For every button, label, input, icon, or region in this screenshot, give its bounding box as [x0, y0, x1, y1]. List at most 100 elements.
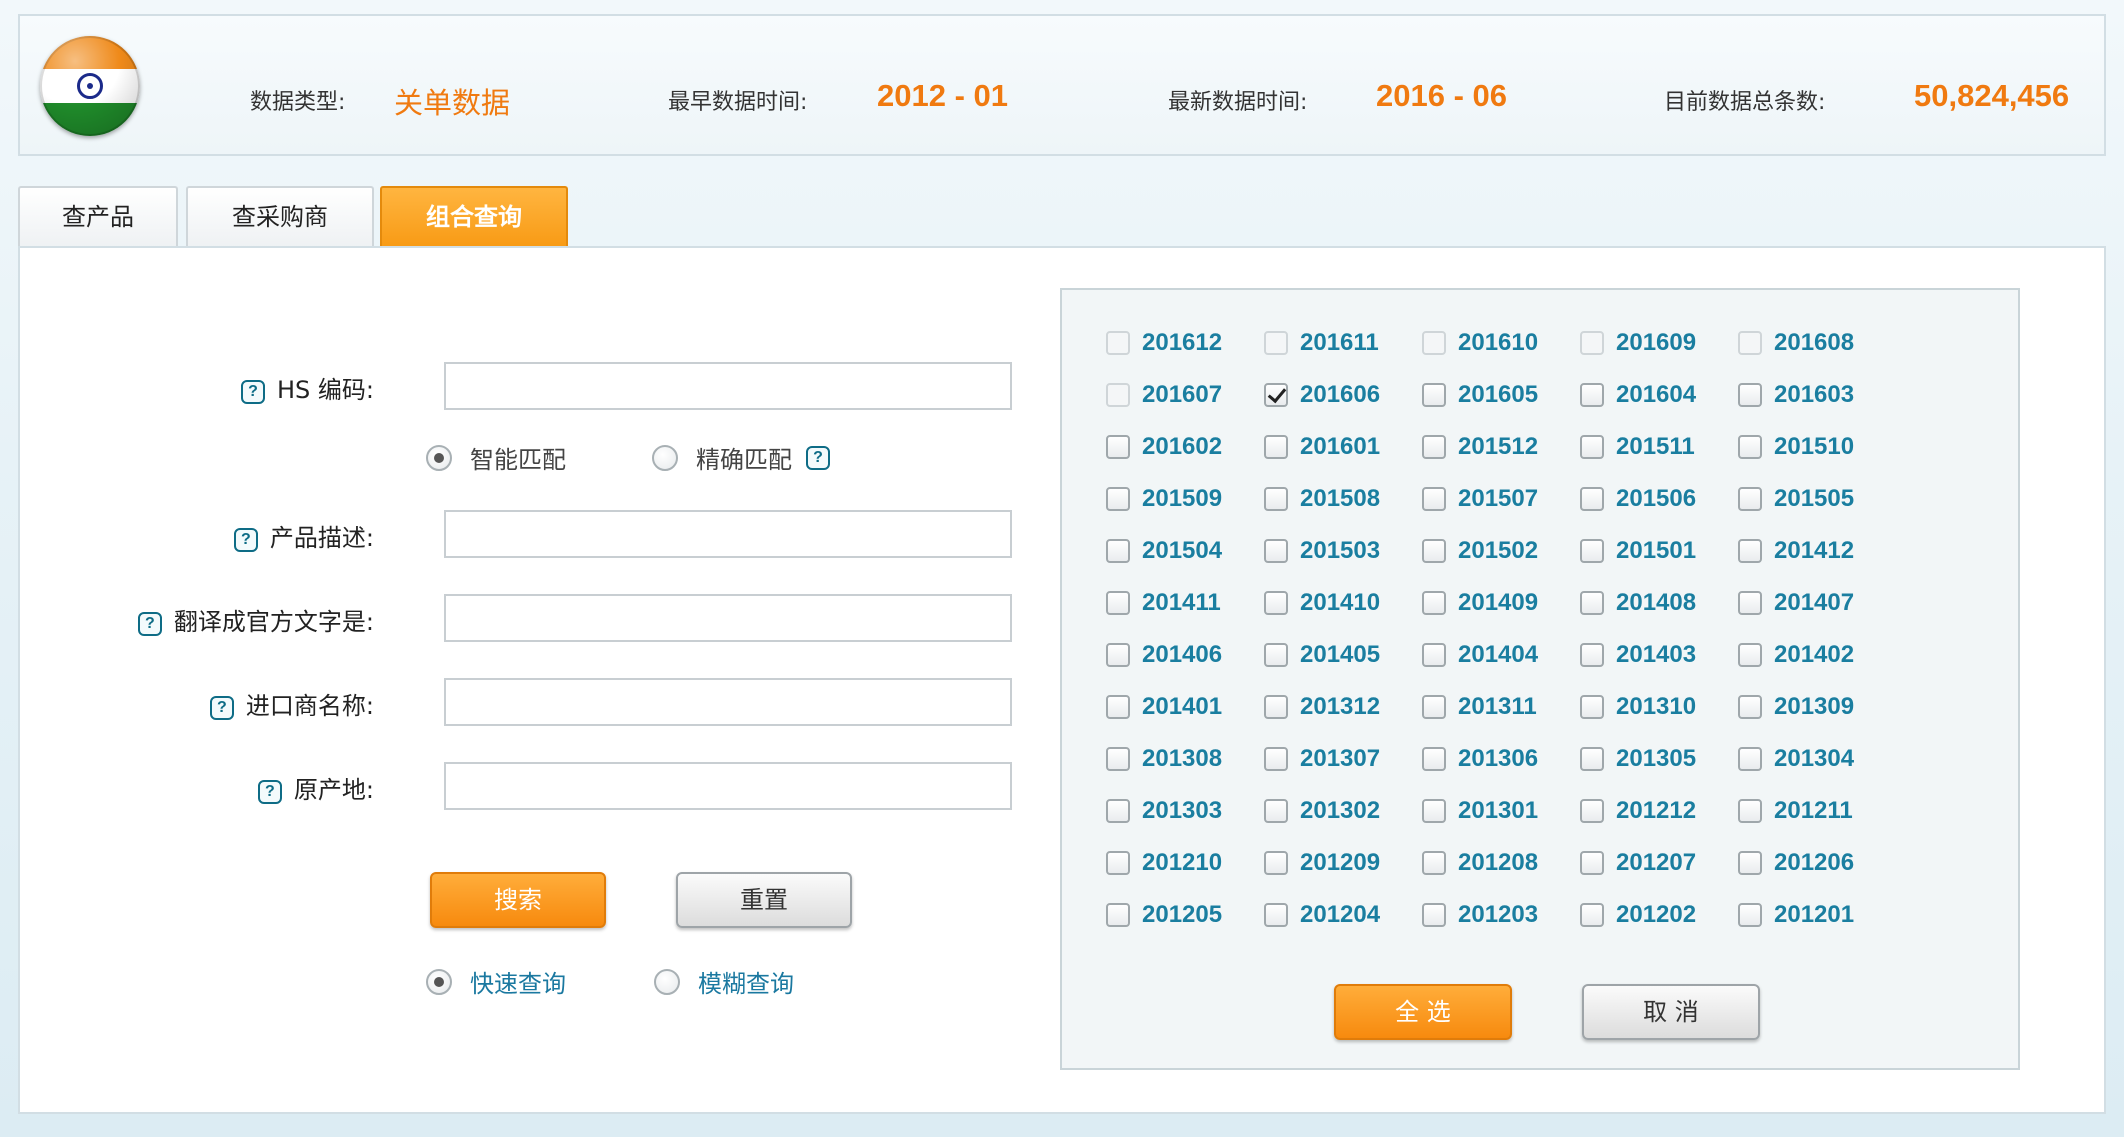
month-checkbox[interactable] — [1106, 435, 1130, 459]
help-icon[interactable]: ? — [257, 780, 282, 804]
month-checkbox-item[interactable]: 201201 — [1738, 900, 1896, 930]
month-checkbox[interactable] — [1106, 695, 1130, 719]
month-checkbox-item[interactable]: 201209 — [1264, 848, 1422, 878]
month-checkbox[interactable] — [1106, 643, 1130, 667]
month-checkbox[interactable] — [1264, 331, 1288, 355]
month-checkbox-item[interactable]: 201510 — [1738, 432, 1896, 462]
month-checkbox[interactable] — [1264, 383, 1288, 407]
tab-products[interactable]: 查产品 — [18, 186, 178, 248]
help-icon[interactable]: ? — [241, 380, 265, 404]
month-checkbox[interactable] — [1264, 903, 1288, 927]
month-checkbox[interactable] — [1580, 799, 1604, 823]
month-checkbox-item[interactable]: 201507 — [1422, 484, 1580, 514]
month-checkbox[interactable] — [1264, 643, 1288, 667]
month-checkbox[interactable] — [1422, 331, 1446, 355]
month-checkbox-item[interactable]: 201605 — [1422, 380, 1580, 410]
month-checkbox-item[interactable]: 201404 — [1422, 640, 1580, 670]
month-checkbox-item[interactable]: 201410 — [1264, 588, 1422, 618]
month-checkbox[interactable] — [1580, 383, 1604, 407]
month-checkbox[interactable] — [1580, 643, 1604, 667]
month-checkbox-item[interactable]: 201306 — [1422, 744, 1580, 774]
help-icon[interactable]: ? — [209, 696, 234, 720]
translate-input[interactable] — [444, 594, 1012, 642]
month-checkbox[interactable] — [1106, 591, 1130, 615]
month-checkbox-item[interactable]: 201408 — [1580, 588, 1738, 618]
month-checkbox[interactable] — [1264, 487, 1288, 511]
month-checkbox-item[interactable]: 201403 — [1580, 640, 1738, 670]
month-checkbox[interactable] — [1738, 643, 1762, 667]
month-checkbox[interactable] — [1264, 747, 1288, 771]
month-checkbox-item[interactable]: 201409 — [1422, 588, 1580, 618]
month-checkbox-item[interactable]: 201601 — [1264, 432, 1422, 462]
month-checkbox[interactable] — [1580, 695, 1604, 719]
month-checkbox[interactable] — [1422, 383, 1446, 407]
radio-fast-query[interactable]: 快速查询 — [426, 964, 566, 999]
reset-button[interactable]: 重置 — [676, 872, 852, 928]
month-checkbox-item[interactable]: 201411 — [1106, 588, 1264, 618]
month-checkbox-item[interactable]: 201611 — [1264, 328, 1422, 358]
month-checkbox[interactable] — [1580, 851, 1604, 875]
month-checkbox[interactable] — [1580, 487, 1604, 511]
month-checkbox[interactable] — [1106, 539, 1130, 563]
month-checkbox[interactable] — [1264, 435, 1288, 459]
product-desc-input[interactable] — [444, 510, 1012, 558]
month-checkbox[interactable] — [1738, 435, 1762, 459]
month-checkbox-item[interactable]: 201401 — [1106, 692, 1264, 722]
month-checkbox-item[interactable]: 201203 — [1422, 900, 1580, 930]
origin-input[interactable] — [444, 762, 1012, 810]
month-checkbox[interactable] — [1264, 799, 1288, 823]
radio-smart-match[interactable]: 智能匹配 — [426, 440, 566, 475]
tab-combined-query[interactable]: 组合查询 — [380, 186, 568, 248]
help-icon[interactable]: ? — [137, 612, 162, 636]
month-checkbox-item[interactable]: 201501 — [1580, 536, 1738, 566]
month-checkbox-item[interactable]: 201205 — [1106, 900, 1264, 930]
cancel-selection-button[interactable]: 取 消 — [1582, 984, 1760, 1040]
month-checkbox[interactable] — [1422, 747, 1446, 771]
month-checkbox-item[interactable]: 201511 — [1580, 432, 1738, 462]
month-checkbox[interactable] — [1422, 643, 1446, 667]
month-checkbox-item[interactable]: 201302 — [1264, 796, 1422, 826]
month-checkbox[interactable] — [1738, 851, 1762, 875]
month-checkbox[interactable] — [1264, 851, 1288, 875]
radio-dot[interactable] — [426, 968, 452, 995]
month-checkbox-item[interactable]: 201405 — [1264, 640, 1422, 670]
month-checkbox-item[interactable]: 201312 — [1264, 692, 1422, 722]
month-checkbox-item[interactable]: 201208 — [1422, 848, 1580, 878]
radio-exact-match[interactable]: 精确匹配 ? — [652, 440, 830, 475]
month-checkbox[interactable] — [1738, 487, 1762, 511]
select-all-button[interactable]: 全 选 — [1334, 984, 1512, 1040]
month-checkbox-item[interactable]: 201204 — [1264, 900, 1422, 930]
month-checkbox[interactable] — [1106, 383, 1130, 407]
month-checkbox[interactable] — [1738, 539, 1762, 563]
radio-dot[interactable] — [652, 444, 678, 471]
month-checkbox-item[interactable]: 201311 — [1422, 692, 1580, 722]
radio-fuzzy-query[interactable]: 模糊查询 — [654, 964, 794, 999]
month-checkbox[interactable] — [1580, 591, 1604, 615]
hs-code-input[interactable] — [444, 362, 1012, 410]
month-checkbox-item[interactable]: 201308 — [1106, 744, 1264, 774]
month-checkbox-item[interactable]: 201307 — [1264, 744, 1422, 774]
month-checkbox-item[interactable]: 201211 — [1738, 796, 1896, 826]
month-checkbox[interactable] — [1422, 591, 1446, 615]
month-checkbox[interactable] — [1264, 695, 1288, 719]
month-checkbox-item[interactable]: 201602 — [1106, 432, 1264, 462]
month-checkbox-item[interactable]: 201505 — [1738, 484, 1896, 514]
help-icon[interactable]: ? — [806, 445, 830, 470]
month-checkbox-item[interactable]: 201509 — [1106, 484, 1264, 514]
month-checkbox[interactable] — [1738, 799, 1762, 823]
month-checkbox[interactable] — [1106, 747, 1130, 771]
month-checkbox[interactable] — [1580, 539, 1604, 563]
month-checkbox-item[interactable]: 201604 — [1580, 380, 1738, 410]
month-checkbox[interactable] — [1580, 903, 1604, 927]
help-icon[interactable]: ? — [233, 528, 258, 552]
month-checkbox[interactable] — [1106, 331, 1130, 355]
month-checkbox[interactable] — [1106, 903, 1130, 927]
radio-dot[interactable] — [654, 968, 680, 995]
month-checkbox-item[interactable]: 201301 — [1422, 796, 1580, 826]
month-checkbox[interactable] — [1580, 331, 1604, 355]
month-checkbox-item[interactable]: 201503 — [1264, 536, 1422, 566]
month-checkbox[interactable] — [1580, 435, 1604, 459]
month-checkbox-item[interactable]: 201202 — [1580, 900, 1738, 930]
month-checkbox[interactable] — [1422, 539, 1446, 563]
month-checkbox-item[interactable]: 201304 — [1738, 744, 1896, 774]
